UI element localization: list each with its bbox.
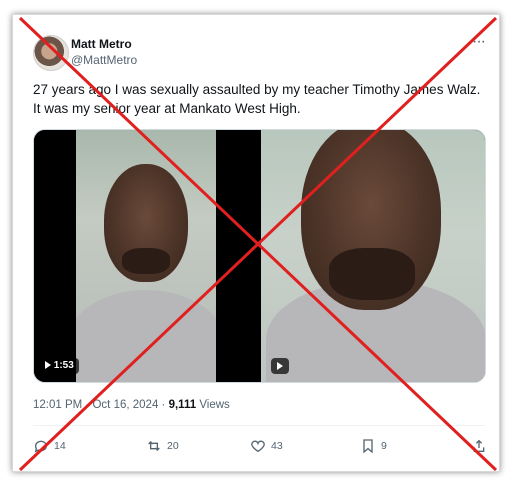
tweet-meta: 12:01 PM · Oct 16, 2024 · 9,111 Views — [33, 399, 230, 411]
reply-icon — [34, 440, 47, 453]
action-bar: 14 20 43 9 — [33, 435, 493, 457]
author-handle[interactable]: @MattMetro — [71, 53, 137, 67]
video-thumbnail-1[interactable]: 1:53 — [34, 130, 258, 382]
play-icon — [271, 358, 289, 374]
bookmark-icon — [363, 439, 373, 454]
play-icon — [45, 361, 51, 370]
post-date[interactable]: Oct 16, 2024 — [92, 399, 158, 411]
heart-icon — [251, 440, 265, 453]
post-time[interactable]: 12:01 PM — [33, 399, 82, 411]
avatar[interactable] — [33, 35, 69, 71]
like-button[interactable]: 43 — [250, 435, 283, 457]
repost-count: 20 — [167, 440, 179, 452]
reply-count: 14 — [54, 440, 66, 452]
share-button[interactable] — [471, 435, 487, 457]
tweet-text: 27 years ago I was sexually assaulted by… — [33, 82, 481, 116]
like-count: 43 — [271, 440, 283, 452]
tweet-card: Matt Metro @MattMetro ··· 27 years ago I… — [12, 14, 500, 472]
divider — [33, 425, 485, 426]
share-icon — [473, 439, 485, 452]
more-options-icon[interactable]: ··· — [472, 33, 486, 51]
reply-button[interactable]: 14 — [33, 435, 66, 457]
repost-icon — [148, 441, 160, 451]
views-label: Views — [199, 399, 230, 411]
video-thumbnail-2[interactable] — [261, 130, 485, 382]
views-count: 9,111 — [168, 399, 197, 411]
author-name[interactable]: Matt Metro — [71, 37, 132, 51]
bookmark-button[interactable]: 9 — [360, 435, 387, 457]
repost-button[interactable]: 20 — [146, 435, 179, 457]
media-grid: 1:53 — [33, 129, 486, 383]
video-duration-badge: 1:53 — [40, 358, 79, 374]
bookmark-count: 9 — [381, 440, 387, 452]
